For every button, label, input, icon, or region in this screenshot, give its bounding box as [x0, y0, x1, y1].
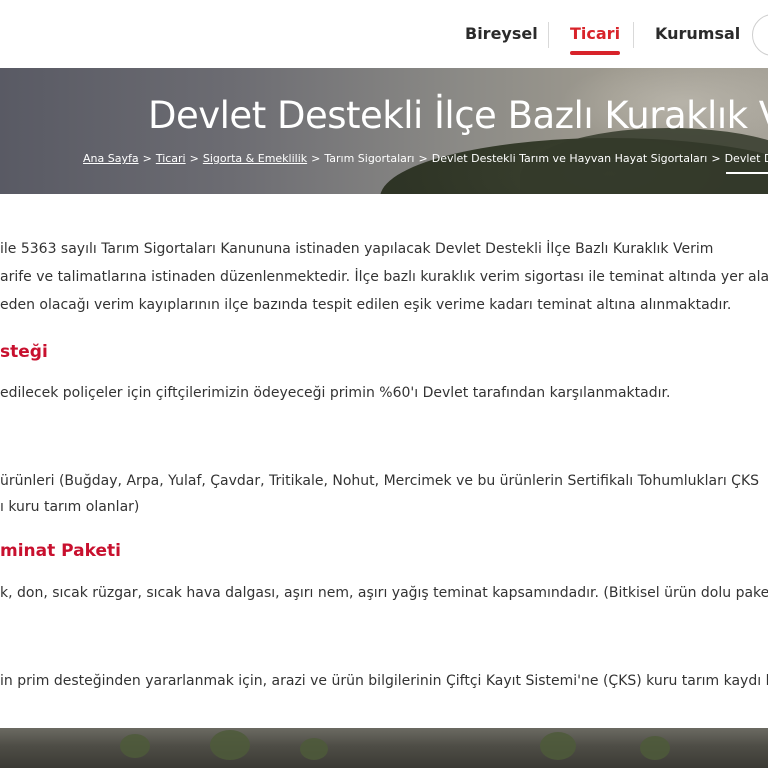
nav-ticari-active[interactable]: Ticari: [570, 24, 621, 55]
breadcrumb-home[interactable]: Ana Sayfa: [83, 152, 139, 165]
main-content: ile 5363 sayılı Tarım Sigortaları Kanunu…: [0, 194, 768, 728]
nav-divider: [633, 22, 634, 48]
kapsam-paragraph-line: ı kuru tarım olanlar): [0, 499, 140, 515]
basvuru-paragraph: in prim desteğinden yararlanmak için, ar…: [0, 673, 768, 689]
breadcrumb-tarim-sigortalari[interactable]: Tarım Sigortaları: [324, 152, 414, 165]
breadcrumb-separator-icon: >: [189, 152, 199, 165]
nav-kurumsal[interactable]: Kurumsal: [655, 24, 740, 43]
kapsam-paragraph-line: ürünleri (Buğday, Arpa, Yulaf, Çavdar, T…: [0, 473, 760, 489]
nav-divider: [548, 22, 549, 48]
prim-destegi-paragraph: edilecek poliçeler için çiftçilerimizin …: [0, 385, 671, 401]
photo-leaf: [210, 730, 250, 760]
breadcrumb-separator-icon: >: [142, 152, 152, 165]
photo-leaf: [640, 736, 670, 760]
teminat-paragraph: k, don, sıcak rüzgar, sıcak hava dalgası…: [0, 585, 768, 601]
breadcrumb-devlet-destekli-tarim[interactable]: Devlet Destekli Tarım ve Hayvan Hayat Si…: [432, 152, 708, 165]
footer-photo: [0, 728, 768, 768]
nav-bireysel[interactable]: Bireysel: [465, 24, 538, 43]
breadcrumb-ticari[interactable]: Ticari: [156, 152, 186, 165]
photo-leaf: [300, 738, 328, 760]
section-heading-prim-destegi: steği: [0, 342, 48, 362]
breadcrumb: Ana Sayfa > Ticari > Sigorta & Emeklilik > Tar…: [83, 152, 768, 165]
breadcrumb-separator-icon: >: [711, 152, 721, 165]
top-navigation: Bireysel Ticari Kurumsal: [0, 0, 768, 68]
hero-banner: Devlet Destekli İlçe Bazlı Kuraklık Veri…: [0, 68, 768, 194]
breadcrumb-current: Devlet D: [724, 152, 768, 165]
search-button[interactable]: [752, 14, 768, 56]
photo-leaf: [540, 732, 576, 760]
intro-paragraph-line: arife ve talimatlarına istinaden düzenle…: [0, 269, 768, 285]
photo-leaf: [120, 734, 150, 758]
breadcrumb-separator-icon: >: [418, 152, 428, 165]
breadcrumb-sigorta-emeklilik[interactable]: Sigorta & Emeklilik: [203, 152, 307, 165]
breadcrumb-current-underline: [726, 172, 768, 174]
intro-paragraph-line: eden olacağı verim kayıplarının ilçe baz…: [0, 297, 732, 313]
section-heading-teminat-paketi: minat Paketi: [0, 541, 121, 561]
breadcrumb-separator-icon: >: [311, 152, 321, 165]
intro-paragraph-line: ile 5363 sayılı Tarım Sigortaları Kanunu…: [0, 241, 714, 257]
page-title: Devlet Destekli İlçe Bazlı Kuraklık Veri…: [148, 94, 768, 137]
